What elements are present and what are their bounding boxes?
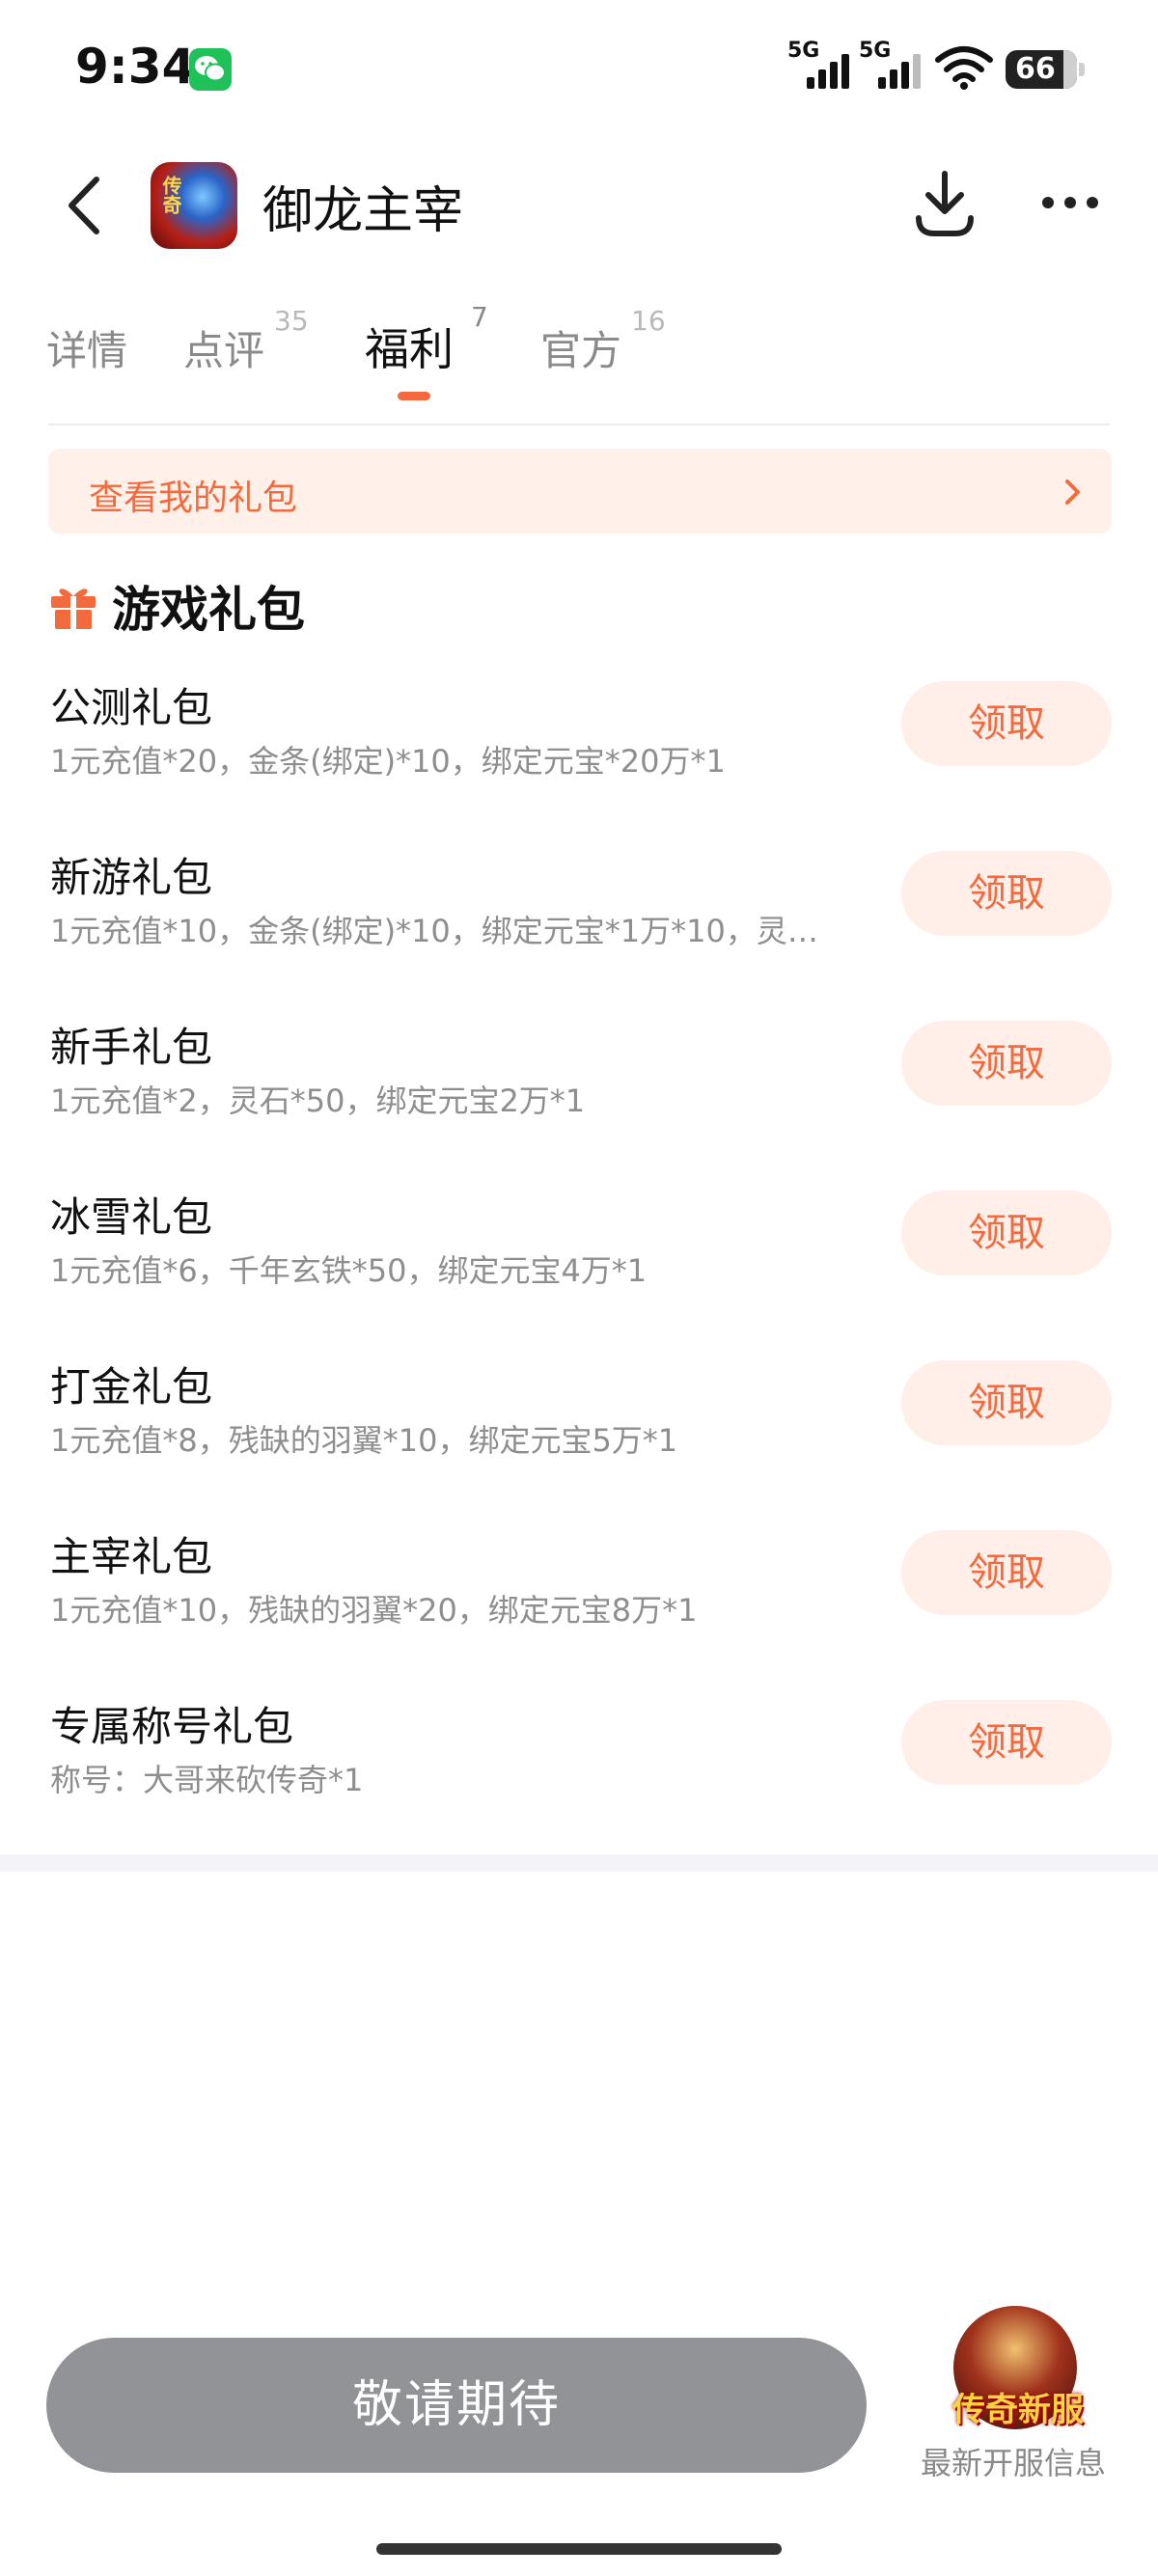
claim-button[interactable]: 领取 [901, 851, 1112, 936]
gift-name: 冰雪礼包 [50, 1193, 213, 1241]
gift-desc: 1元充值*10，残缺的羽翼*20，绑定元宝8万*1 [50, 1592, 698, 1629]
gift-item: 公测礼包 1元充值*20，金条(绑定)*10，绑定元宝*20万*1 领取 [0, 671, 1158, 841]
app-icon: 传奇 [151, 162, 237, 249]
tab-welfare[interactable]: 福利 7 [365, 301, 488, 378]
gift-desc: 1元充值*2，灵石*50，绑定元宝2万*1 [50, 1082, 586, 1119]
gift-item: 打金礼包 1元充值*8，残缺的羽翼*10，绑定元宝5万*1 领取 [0, 1351, 1158, 1521]
battery-level: 66 [1015, 52, 1056, 86]
my-gifts-label: 查看我的礼包 [89, 479, 298, 518]
claim-button[interactable]: 领取 [901, 681, 1112, 766]
tab-reviews[interactable]: 点评 35 [183, 305, 309, 377]
coming-soon-button[interactable]: 敬请期待 [46, 2338, 867, 2473]
gift-name: 专属称号礼包 [50, 1703, 294, 1750]
tab-count: 35 [274, 305, 309, 337]
gift-desc: 1元充值*8，残缺的羽翼*10，绑定元宝5万*1 [50, 1422, 678, 1459]
app-title: 御龙主宰 [262, 182, 464, 240]
gift-name: 新游礼包 [50, 854, 213, 901]
section-title: 游戏礼包 [112, 582, 305, 638]
more-icon[interactable] [1040, 193, 1100, 212]
gift-item: 新手礼包 1元充值*2，灵石*50，绑定元宝2万*1 领取 [0, 1011, 1158, 1181]
battery-icon: 66 [1006, 50, 1085, 89]
gift-name: 打金礼包 [50, 1363, 213, 1411]
app-header: 传奇 御龙主宰 [0, 145, 1158, 270]
gift-desc: 1元充值*6，千年玄铁*50，绑定元宝4万*1 [50, 1252, 648, 1289]
claim-button[interactable]: 领取 [901, 1191, 1112, 1275]
tab-bar: 详情 点评 35 福利 7 官方 16 [0, 289, 1158, 425]
gift-item: 新游礼包 1元充值*10，金条(绑定)*10，绑定元宝*1万*10，灵… 领取 [0, 841, 1158, 1011]
back-icon[interactable] [58, 172, 116, 239]
my-gifts-link[interactable]: 查看我的礼包 [48, 449, 1112, 534]
gift-desc: 1元充值*10，金条(绑定)*10，绑定元宝*1万*10，灵… [50, 913, 818, 949]
tab-details[interactable]: 详情 [46, 318, 127, 377]
new-server-label[interactable]: 最新开服信息 [917, 2439, 1110, 2483]
gift-icon [51, 589, 96, 629]
new-server-badge[interactable]: 传奇新服 [946, 2306, 1084, 2439]
section-separator [0, 1854, 1158, 1872]
signal-icon: 5G [787, 39, 855, 93]
tab-count: 7 [471, 301, 488, 333]
tab-count: 16 [631, 305, 666, 337]
wechat-icon [189, 48, 232, 91]
gift-item: 冰雪礼包 1元充值*6，千年玄铁*50，绑定元宝4万*1 领取 [0, 1181, 1158, 1351]
chevron-right-icon [1065, 480, 1080, 505]
signal-icon: 5G [859, 39, 926, 93]
gift-desc: 1元充值*20，金条(绑定)*10，绑定元宝*20万*1 [50, 743, 726, 780]
claim-button[interactable]: 领取 [901, 1360, 1112, 1445]
wifi-icon [935, 46, 993, 90]
claim-button[interactable]: 领取 [901, 1530, 1112, 1615]
new-server-badge-text: 传奇新服 [952, 2391, 1084, 2429]
gift-name: 公测礼包 [50, 684, 213, 731]
claim-button[interactable]: 领取 [901, 1700, 1112, 1785]
tab-official[interactable]: 官方 16 [540, 305, 666, 377]
tab-indicator [398, 392, 430, 400]
gift-name: 主宰礼包 [50, 1533, 213, 1580]
status-bar: 9:34 5G 5G 66 [0, 0, 1158, 135]
gift-desc: 称号：大哥来砍传奇*1 [50, 1762, 364, 1798]
divider [48, 424, 1110, 425]
gift-name: 新手礼包 [50, 1024, 213, 1071]
status-time: 9:34 [75, 39, 196, 95]
home-indicator[interactable] [376, 2543, 782, 2555]
claim-button[interactable]: 领取 [901, 1021, 1112, 1106]
gift-item: 专属称号礼包 称号：大哥来砍传奇*1 领取 [0, 1690, 1158, 1860]
gift-item: 主宰礼包 1元充值*10，残缺的羽翼*20，绑定元宝8万*1 领取 [0, 1521, 1158, 1690]
download-icon[interactable] [913, 168, 977, 241]
